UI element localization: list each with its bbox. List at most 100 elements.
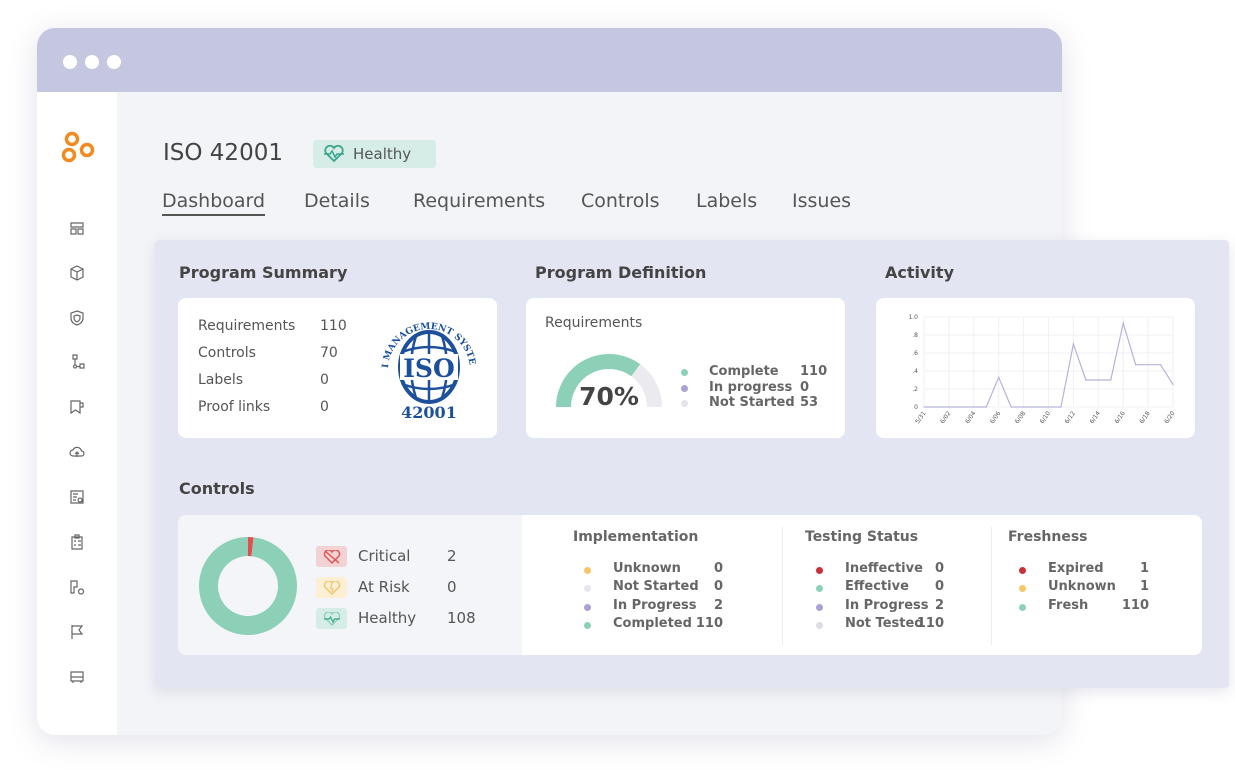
report-search-icon[interactable] bbox=[69, 489, 85, 505]
status-value: 0 bbox=[934, 579, 944, 595]
group-title: Testing Status bbox=[805, 529, 919, 545]
x-tick-label: 6/20 bbox=[1163, 410, 1177, 425]
summary-label: Controls bbox=[198, 345, 256, 361]
status-badge: Healthy bbox=[313, 140, 436, 168]
status-dot bbox=[584, 621, 591, 629]
flag-icon[interactable] bbox=[69, 624, 85, 640]
status-label: Healthy bbox=[353, 145, 412, 163]
status-dot bbox=[816, 585, 823, 593]
activity-point bbox=[1060, 406, 1062, 408]
status-dot bbox=[816, 603, 823, 611]
orange-rings-logo[interactable] bbox=[61, 130, 97, 166]
status-label: Completed bbox=[613, 615, 692, 631]
tab-dashboard[interactable]: Dashboard bbox=[162, 190, 266, 216]
controls-card: Critical 2 At Risk 0 Healthy 108 Implementati… bbox=[178, 515, 1202, 655]
health-label: Healthy bbox=[358, 609, 417, 627]
status-label: Fresh bbox=[1048, 597, 1089, 613]
activity-point bbox=[1085, 379, 1087, 381]
bus-icon[interactable] bbox=[69, 669, 85, 685]
status-label: Expired bbox=[1048, 561, 1104, 576]
tab-details[interactable]: Details bbox=[304, 190, 370, 212]
status-value: 110 bbox=[916, 615, 944, 631]
y-tick-label: .2 bbox=[912, 386, 918, 393]
y-tick-label: .6 bbox=[912, 350, 918, 357]
legend-value: 53 bbox=[800, 395, 819, 410]
group-title: Freshness bbox=[1008, 529, 1088, 545]
status-value: 0 bbox=[713, 579, 723, 595]
program-definition-title: Program Definition bbox=[535, 263, 707, 282]
activity-point bbox=[1122, 322, 1124, 324]
activity-point bbox=[935, 406, 938, 408]
x-tick-label: 6/10 bbox=[1039, 410, 1053, 425]
status-dot bbox=[816, 567, 823, 574]
activity-point bbox=[1159, 364, 1162, 366]
activity-point bbox=[998, 376, 1000, 378]
status-dot bbox=[584, 603, 591, 611]
status-label: Unknown bbox=[1048, 579, 1116, 595]
box-icon[interactable] bbox=[69, 265, 85, 281]
status-dot bbox=[1019, 567, 1026, 574]
sidebar bbox=[37, 92, 117, 735]
group-title: Implementation bbox=[573, 529, 699, 545]
status-value: 1 bbox=[1139, 561, 1149, 576]
tab-labels[interactable]: Labels bbox=[696, 190, 757, 212]
x-tick-label: 6/12 bbox=[1064, 410, 1078, 425]
x-tick-label: 6/04 bbox=[964, 410, 978, 425]
summary-value: 70 bbox=[320, 345, 338, 361]
summary-label: Proof links bbox=[198, 399, 271, 415]
summary-value: 0 bbox=[320, 399, 329, 415]
activity-point bbox=[1035, 406, 1037, 408]
status-label: Unknown bbox=[613, 561, 681, 576]
program-definition-card: Requirements 70% Complete 110 In progress 0… bbox=[526, 298, 845, 438]
activity-point bbox=[948, 406, 950, 408]
summary-value: 110 bbox=[320, 318, 347, 334]
activity-point bbox=[1135, 364, 1137, 366]
legend-dot bbox=[681, 384, 688, 392]
heart-crack-icon bbox=[316, 577, 347, 598]
activity-point bbox=[1010, 406, 1012, 408]
program-summary-card: Requirements 110 Controls 70 Labels 0 Proof li… bbox=[178, 298, 497, 438]
divider bbox=[991, 527, 992, 645]
controls-title: Controls bbox=[179, 479, 255, 498]
bookmark-icon[interactable] bbox=[69, 399, 85, 415]
legend-value: 0 bbox=[800, 379, 810, 395]
requirements-subtitle: Requirements bbox=[545, 315, 643, 331]
shield-icon[interactable] bbox=[69, 310, 85, 326]
activity-point bbox=[923, 406, 925, 408]
window-dot-maximize[interactable] bbox=[107, 55, 121, 69]
heartbeat-icon bbox=[324, 145, 344, 163]
tab-issues[interactable]: Issues bbox=[792, 190, 851, 212]
window-dot-minimize[interactable] bbox=[85, 55, 99, 69]
x-tick-label: 6/08 bbox=[1014, 410, 1028, 425]
heartbeat-icon bbox=[316, 608, 347, 629]
y-tick-label: .8 bbox=[912, 332, 918, 339]
summary-label: Requirements bbox=[198, 318, 296, 334]
key-gear-icon[interactable] bbox=[69, 579, 85, 595]
health-value: 0 bbox=[447, 578, 457, 596]
y-tick-label: 0 bbox=[914, 404, 918, 411]
tab-requirements[interactable]: Requirements bbox=[413, 190, 545, 212]
status-value: 110 bbox=[695, 615, 723, 631]
status-dot bbox=[1019, 585, 1026, 593]
workflow-icon[interactable] bbox=[69, 354, 85, 370]
cloud-upload-icon[interactable] bbox=[69, 444, 85, 460]
legend-value: 110 bbox=[800, 364, 828, 379]
window-dot-close[interactable] bbox=[63, 55, 77, 69]
activity-point bbox=[1097, 379, 1099, 381]
health-value: 2 bbox=[447, 547, 457, 565]
tab-controls[interactable]: Controls bbox=[581, 190, 660, 212]
health-label: Critical bbox=[358, 547, 411, 565]
iso-logo-number: 42001 bbox=[401, 403, 457, 422]
status-dot bbox=[1019, 603, 1026, 611]
status-value: 0 bbox=[934, 561, 944, 576]
clipboard-icon[interactable] bbox=[69, 534, 85, 550]
gauge-percent: 70% bbox=[579, 382, 639, 411]
activity-point bbox=[973, 406, 975, 408]
y-tick-label: 1.0 bbox=[908, 314, 918, 321]
dashboard-icon[interactable] bbox=[69, 220, 85, 236]
iso-logo-center: ISO bbox=[403, 354, 455, 383]
legend-dot bbox=[681, 400, 688, 407]
activity-card: 0 .2 .4 .6 .8 1.0 5/31 6/02 6/04 6/06 6/08 6/10 6/12… bbox=[876, 298, 1195, 438]
status-dot bbox=[816, 621, 823, 629]
x-tick-label: 5/31 bbox=[914, 410, 928, 425]
